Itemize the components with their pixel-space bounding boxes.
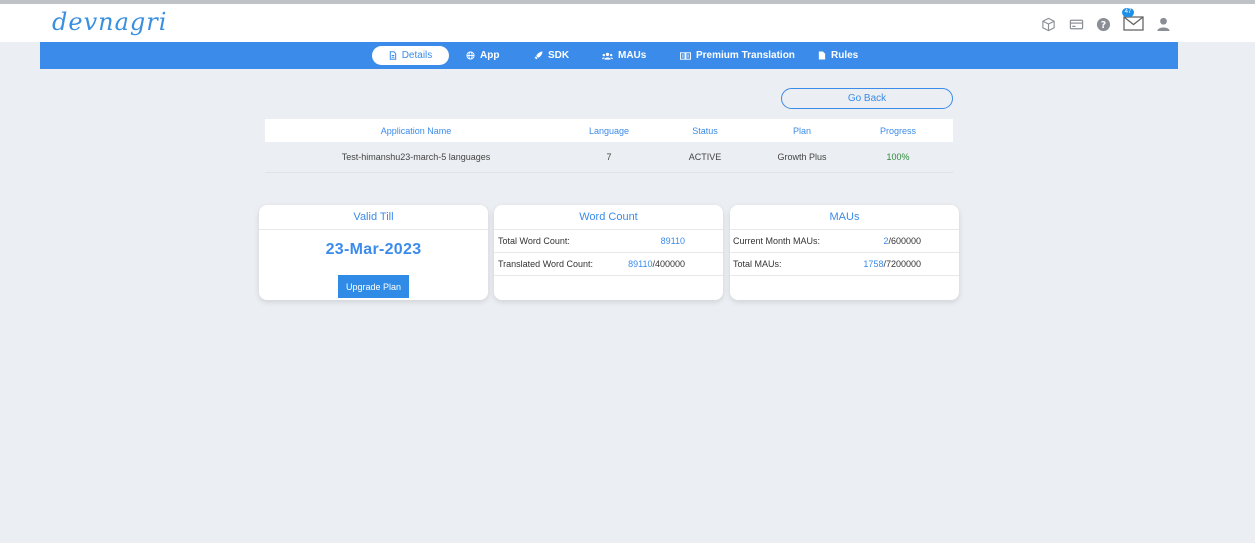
tab-rules[interactable]: Rules (818, 46, 858, 65)
go-back-button[interactable]: Go Back (781, 88, 953, 109)
maus-title: MAUs (730, 205, 959, 230)
globe-icon (466, 51, 475, 60)
total-word-count-label: Total Word Count: (498, 236, 570, 246)
tab-details[interactable]: Details (372, 46, 449, 65)
table-header: Application Name Language Status Plan Pr… (265, 119, 953, 142)
card-icon[interactable] (1068, 16, 1084, 32)
tab-details-label: Details (401, 50, 433, 61)
total-maus-limit: /7200000 (883, 259, 921, 269)
user-icon[interactable] (1155, 16, 1171, 32)
tab-sdk[interactable]: SDK (534, 46, 569, 65)
cell-application-name: Test-himanshu23-march-5 languages (341, 152, 491, 162)
tab-maus-label: MAUs (618, 50, 647, 61)
column-header-application-name: Application Name (380, 125, 452, 136)
column-header-status: Status (692, 125, 718, 136)
word-count-card: Word Count Total Word Count: 89110 Trans… (494, 205, 723, 300)
application-table: Application Name Language Status Plan Pr… (265, 119, 953, 173)
tab-premium-translation-label: Premium Translation (696, 50, 795, 61)
help-icon[interactable]: ? (1095, 16, 1111, 32)
tab-app[interactable]: App (466, 46, 499, 65)
valid-till-date: 23-Mar-2023 (325, 241, 422, 258)
cell-language: 7 (606, 152, 612, 162)
current-month-maus-value-group: 2/600000 (845, 230, 921, 252)
app-header: devnagri ? 47 (0, 4, 1255, 42)
column-header-progress: Progress (879, 125, 916, 136)
tab-app-label: App (480, 50, 500, 61)
total-word-count-row: Total Word Count: 89110 (494, 230, 723, 253)
tab-rules-label: Rules (831, 50, 859, 61)
column-header-language: Language (588, 125, 630, 136)
svg-text:?: ? (1100, 19, 1105, 30)
cell-progress: 100% (886, 152, 910, 162)
valid-till-card: Valid Till 23-Mar-2023 Upgrade Plan (259, 205, 488, 300)
cell-plan: Growth Plus (777, 152, 827, 162)
word-count-title: Word Count (494, 205, 723, 230)
valid-till-title: Valid Till (259, 205, 488, 230)
total-maus-row: Total MAUs: 1758/7200000 (730, 253, 959, 276)
project-tabs-bar: Details App SDK MAUs Premium Translation… (40, 42, 1178, 69)
maus-card: MAUs Current Month MAUs: 2/600000 Total … (730, 205, 959, 300)
translated-word-count-label: Translated Word Count: (498, 259, 594, 269)
mail-count-badge: 47 (1122, 8, 1134, 17)
file-icon (818, 51, 826, 60)
current-month-maus-limit: /600000 (888, 236, 921, 246)
document-icon (389, 51, 396, 60)
translated-word-count-value-group: 89110/400000 (609, 253, 685, 275)
total-maus-value: 1758 (863, 259, 884, 269)
translated-word-count-row: Translated Word Count: 89110/400000 (494, 253, 723, 276)
total-word-count-value-group: 89110 (609, 230, 685, 252)
rocket-icon (534, 51, 543, 60)
table-row: Test-himanshu23-march-5 languages 7 ACTI… (265, 142, 953, 173)
tab-sdk-label: SDK (548, 50, 570, 61)
users-icon (602, 52, 613, 60)
cell-status: ACTIVE (688, 152, 722, 162)
column-header-plan: Plan (792, 125, 811, 136)
translated-word-count-limit: /400000 (652, 259, 685, 269)
total-maus-value-group: 1758/7200000 (845, 253, 921, 275)
upgrade-plan-button[interactable]: Upgrade Plan (338, 275, 409, 298)
total-maus-label: Total MAUs: (733, 259, 782, 269)
total-word-count-value: 89110 (660, 236, 685, 246)
current-month-maus-label: Current Month MAUs: (733, 236, 821, 246)
devnagri-logo[interactable]: devnagri (52, 8, 167, 36)
tab-premium-translation[interactable]: Premium Translation (680, 46, 795, 65)
tab-maus[interactable]: MAUs (602, 46, 646, 65)
cube-icon[interactable] (1040, 16, 1056, 32)
translate-icon (680, 51, 691, 60)
current-month-maus-row: Current Month MAUs: 2/600000 (730, 230, 959, 253)
translated-word-count-value: 89110 (628, 259, 653, 269)
